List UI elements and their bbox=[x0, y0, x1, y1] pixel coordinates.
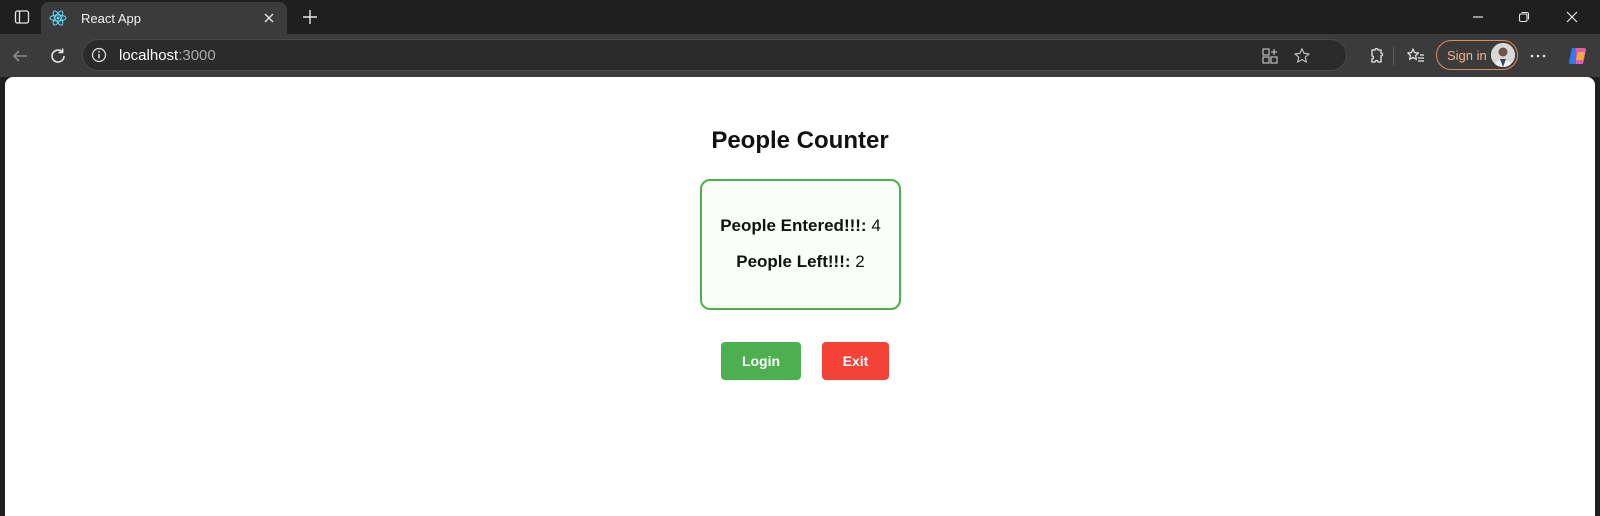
minimize-icon[interactable] bbox=[1458, 4, 1498, 30]
restore-icon[interactable] bbox=[1504, 4, 1544, 30]
people-left-label: People Left!!!: bbox=[736, 252, 851, 271]
people-left-row: People Left!!!: 2 bbox=[702, 252, 899, 272]
people-entered-row: People Entered!!!: 4 bbox=[702, 216, 899, 236]
site-info-icon[interactable] bbox=[91, 47, 107, 63]
url-port: :3000 bbox=[178, 47, 216, 64]
browser-titlebar: React App bbox=[0, 0, 1600, 34]
people-entered-label: People Entered!!!: bbox=[720, 216, 867, 235]
back-arrow-icon[interactable] bbox=[6, 42, 34, 70]
url-text: localhost:3000 bbox=[119, 47, 216, 64]
new-tab-icon[interactable] bbox=[298, 5, 322, 29]
login-button[interactable]: Login bbox=[721, 342, 801, 380]
browser-toolbar: localhost:3000 Sign in bbox=[0, 34, 1600, 77]
more-options-icon[interactable] bbox=[1524, 42, 1552, 70]
counter-card: People Entered!!!: 4 People Left!!!: 2 bbox=[700, 179, 901, 310]
page-viewport: People Counter People Entered!!!: 4 Peop… bbox=[5, 77, 1595, 516]
extensions-icon[interactable] bbox=[1361, 42, 1389, 70]
tab-actions-icon[interactable] bbox=[8, 5, 36, 29]
page-title: People Counter bbox=[711, 127, 889, 154]
toolbar-divider bbox=[1393, 47, 1394, 65]
exit-button[interactable]: Exit bbox=[822, 342, 889, 380]
tab-title: React App bbox=[81, 10, 141, 26]
sign-in-label: Sign in bbox=[1447, 47, 1487, 63]
favorites-icon[interactable] bbox=[1402, 42, 1430, 70]
app-available-icon[interactable] bbox=[1260, 46, 1280, 66]
sign-in-button[interactable]: Sign in bbox=[1436, 40, 1518, 70]
copilot-icon[interactable] bbox=[1564, 42, 1592, 70]
people-entered-value: 4 bbox=[871, 216, 881, 235]
address-bar[interactable]: localhost:3000 bbox=[82, 39, 1347, 71]
reload-icon[interactable] bbox=[44, 42, 72, 70]
avatar bbox=[1491, 43, 1515, 67]
favorite-star-icon[interactable] bbox=[1292, 46, 1312, 66]
tab-react-app[interactable]: React App bbox=[41, 2, 287, 34]
close-window-icon[interactable] bbox=[1552, 4, 1592, 30]
people-left-value: 2 bbox=[855, 252, 865, 271]
close-tab-icon[interactable] bbox=[261, 10, 277, 26]
react-logo-icon bbox=[49, 9, 67, 27]
url-host: localhost bbox=[119, 47, 179, 64]
